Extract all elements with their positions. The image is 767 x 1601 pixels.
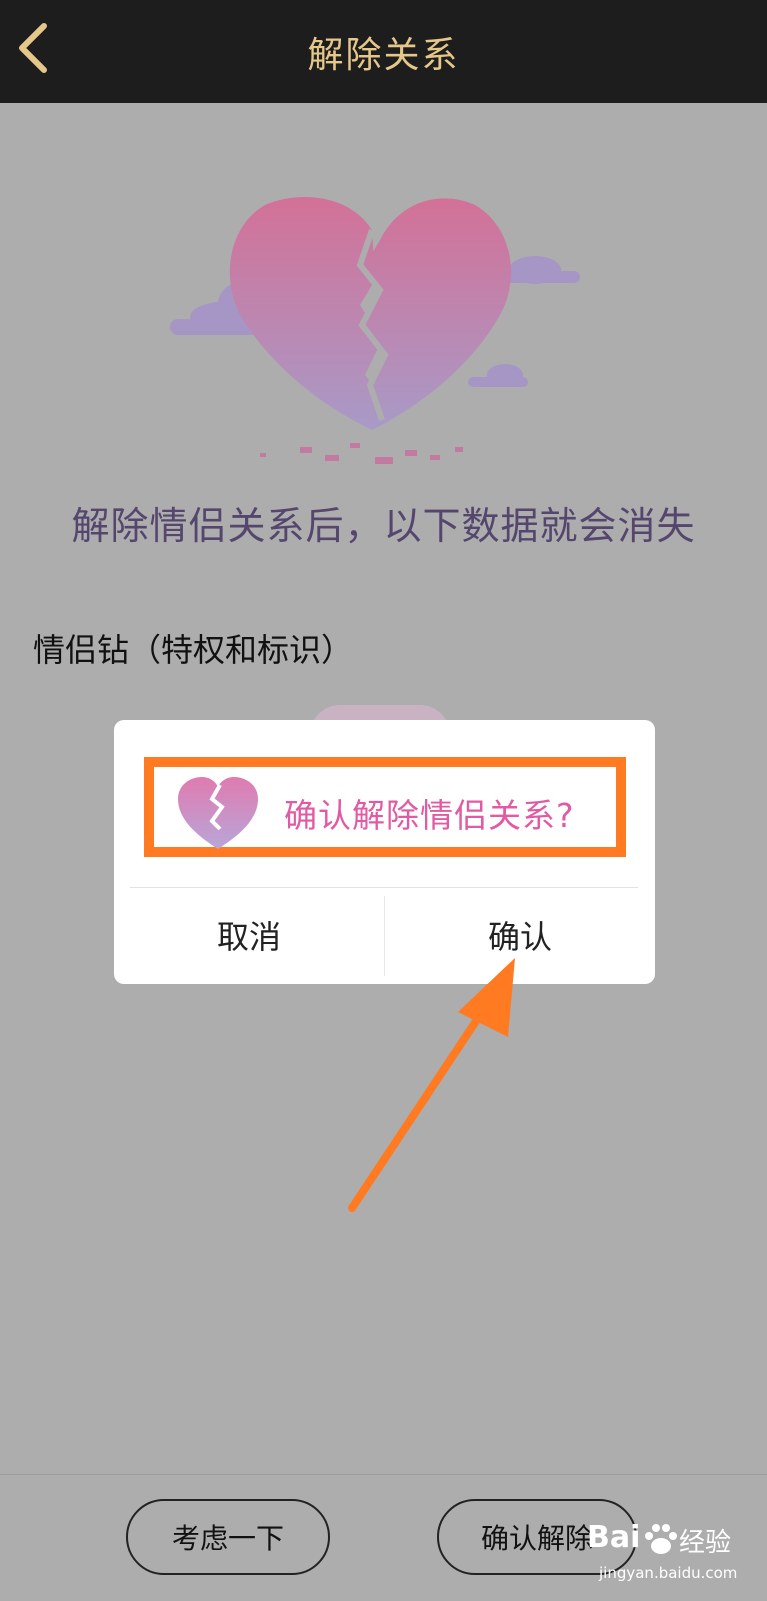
baidu-jingyan-watermark: Bai 经验 jingyan.baidu.com bbox=[587, 1520, 737, 1590]
confirm-dialog: 确认解除情侣关系? 取消 确认 bbox=[114, 720, 655, 984]
list-item-label: 情侣钻（特权和标识） bbox=[33, 631, 354, 669]
dialog-message: 确认解除情侣关系? bbox=[284, 796, 575, 835]
headline: 解除情侣关系后，以下数据就会消失 bbox=[71, 504, 696, 548]
header: 解除关系 bbox=[0, 0, 767, 103]
page-title: 解除关系 bbox=[307, 35, 460, 76]
watermark-brand: Bai bbox=[587, 1520, 641, 1555]
annotation-arrow-icon bbox=[348, 958, 515, 1212]
broken-heart-icon bbox=[170, 197, 580, 464]
annotation-highlight-box: 确认解除情侣关系? bbox=[144, 757, 626, 857]
broken-heart-icon bbox=[178, 777, 258, 849]
watermark-brand2: 经验 bbox=[679, 1528, 732, 1558]
paw-icon bbox=[645, 1524, 677, 1554]
think-again-button[interactable]: 考虑一下 bbox=[126, 1499, 330, 1575]
watermark-url: jingyan.baidu.com bbox=[599, 1564, 738, 1582]
